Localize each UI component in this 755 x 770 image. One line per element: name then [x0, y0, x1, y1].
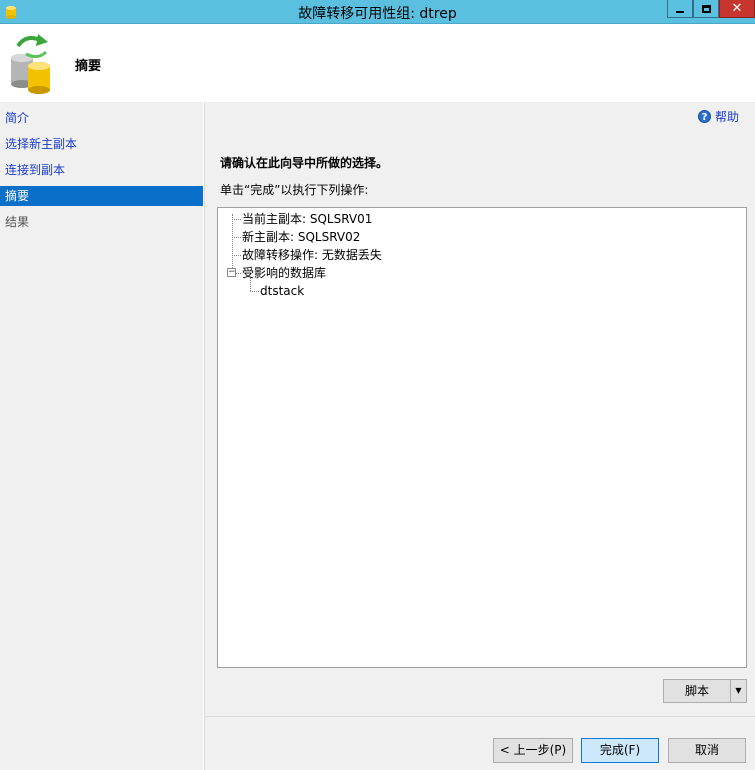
nav-item-intro[interactable]: 简介	[0, 108, 203, 128]
help-icon: ?	[697, 110, 711, 123]
confirm-text: 请确认在此向导中所做的选择。	[220, 156, 389, 170]
back-button[interactable]: < 上一步(P)	[493, 738, 573, 763]
tree-node-failover-action[interactable]: 故障转移操作: 无数据丢失	[242, 246, 382, 264]
nav-item-summary[interactable]: 摘要	[0, 186, 203, 206]
script-button[interactable]: 脚本 ▼	[663, 679, 747, 703]
page-heading: 摘要	[75, 59, 102, 74]
wizard-nav: 简介 选择新主副本 连接到副本 摘要 结果	[0, 102, 203, 770]
cancel-button[interactable]: 取消	[668, 738, 746, 763]
window-title: 故障转移可用性组: dtrep	[298, 6, 457, 22]
close-icon: ✕	[731, 1, 743, 16]
title-bar: 故障转移可用性组: dtrep ✕	[0, 0, 755, 24]
tree-node-current-primary[interactable]: 当前主副本: SQLSRV01	[242, 210, 372, 228]
tree-node-new-primary[interactable]: 新主副本: SQLSRV02	[242, 228, 360, 246]
tree-node-affected-db[interactable]: 受影响的数据库	[242, 264, 326, 282]
nav-item-connect-replicas[interactable]: 连接到副本	[0, 160, 203, 180]
summary-tree[interactable]: 当前主副本: SQLSRV01 新主副本: SQLSRV02 故障转移操作: 无…	[217, 207, 747, 668]
minimize-button[interactable]	[667, 0, 693, 18]
close-button[interactable]: ✕	[719, 0, 755, 18]
tree-connector	[232, 219, 241, 220]
tree-root-line	[232, 214, 233, 270]
maximize-button[interactable]	[693, 0, 719, 18]
help-link[interactable]: ? 帮助	[697, 108, 739, 125]
tree-node-database[interactable]: dtstack	[260, 282, 304, 300]
dropdown-arrow-icon[interactable]: ▼	[730, 680, 746, 702]
instruction-text: 单击“完成”以执行下列操作:	[220, 183, 369, 197]
minimize-icon	[676, 10, 684, 13]
nav-item-select-new-primary[interactable]: 选择新主副本	[0, 134, 203, 154]
maximize-icon	[701, 4, 711, 13]
nav-item-results: 结果	[5, 215, 30, 229]
tree-connector	[250, 291, 259, 292]
help-label: 帮助	[714, 110, 739, 124]
tree-connector	[232, 255, 241, 256]
failover-database-icon	[11, 34, 50, 94]
tree-child-line	[250, 278, 251, 291]
collapse-icon[interactable]: −	[227, 268, 236, 277]
tree-connector	[232, 237, 241, 238]
wizard-header: 摘要	[0, 24, 755, 102]
tree-connector	[236, 273, 241, 274]
wizard-footer: < 上一步(P) 完成(F) 取消	[205, 716, 755, 770]
finish-button[interactable]: 完成(F)	[581, 738, 659, 763]
summary-content: ? 帮助 请确认在此向导中所做的选择。 单击“完成”以执行下列操作: 当前主副本…	[205, 102, 755, 716]
script-button-label: 脚本	[684, 684, 709, 698]
